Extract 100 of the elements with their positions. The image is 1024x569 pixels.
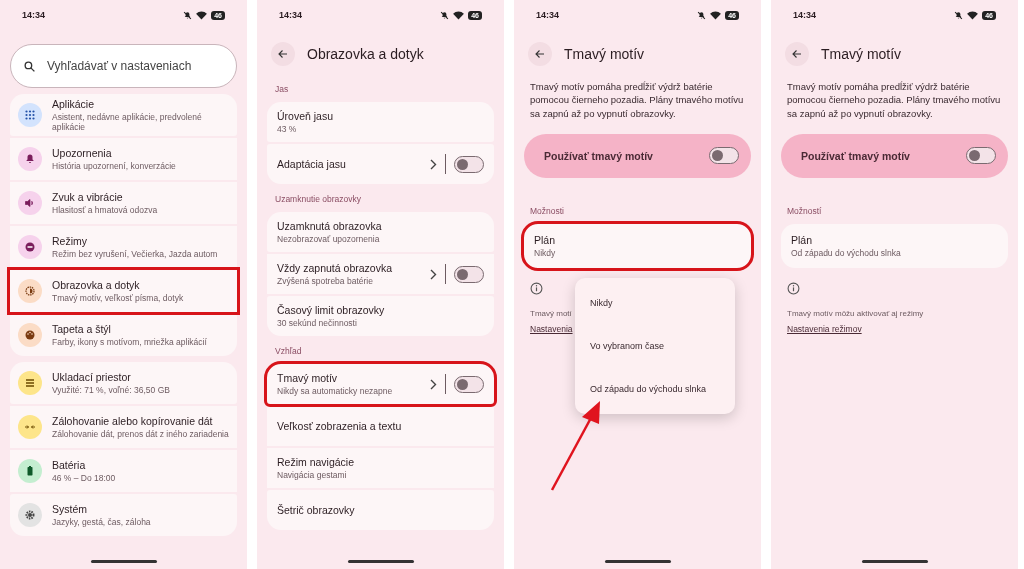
back-button[interactable] — [528, 42, 552, 66]
dark-theme-switch-row[interactable]: Používať tmavý motív — [781, 133, 1008, 178]
item-subtitle: História upozornení, konverzácie — [52, 161, 177, 171]
item-title: Aplikácie — [52, 98, 96, 110]
item-subtitle: Asistent, nedávne aplikácie, predvolené aplikácie — [52, 112, 203, 132]
page-title: Obrazovka a dotyk — [307, 46, 424, 62]
back-arrow-icon — [534, 48, 546, 60]
settings-item[interactable]: Adaptácia jasu — [267, 144, 494, 184]
item-title: Režimy — [52, 235, 88, 247]
schedule-item[interactable]: Plán Nikdy — [524, 223, 751, 268]
settings-item[interactable]: Zvuk a vibrácie Hlasitosť a hmatová odozva — [10, 182, 237, 224]
item-subtitle: 46 % – Do 18:00 — [52, 473, 117, 483]
settings-item[interactable]: Tapeta a štýl Farby, ikony s motívom, mriežka aplikácií — [10, 314, 237, 356]
wifi-icon — [967, 10, 979, 20]
menu-option[interactable]: Nikdy — [575, 298, 628, 309]
wifi-icon — [453, 10, 465, 20]
settings-item[interactable]: Zálohovanie alebo kopírovanie dát Zálohovanie dát, prenos dát z iného zariadenia — [10, 406, 237, 448]
item-title: Batéria — [52, 459, 87, 471]
settings-item[interactable]: Šetrič obrazovky — [267, 490, 494, 530]
item-title: Úroveň jasu — [277, 110, 335, 122]
gesture-bar — [861, 560, 928, 563]
settings-item[interactable]: Tmavý motív Nikdy sa automaticky nezapne — [267, 364, 494, 404]
toggle-switch[interactable] — [709, 147, 739, 165]
chevron-icon — [430, 158, 437, 170]
section-heading: Možnosti — [530, 205, 565, 216]
item-title: Zálohovanie alebo kopírovanie dát — [52, 415, 214, 427]
schedule-item[interactable]: Plán Od západu do východu slnka — [781, 223, 1008, 268]
switch-label: Používať tmavý motív — [801, 149, 910, 162]
item-title: Časový limit obrazovky — [277, 304, 386, 316]
item-subtitle: Jazyky, gestá, čas, záloha — [52, 517, 152, 527]
modes-settings-link[interactable]: Nastavenia — [530, 323, 573, 334]
item-title: Systém — [52, 503, 88, 515]
settings-item[interactable]: Režim navigácie Navigácia gestami — [267, 448, 494, 488]
modes-settings-link[interactable]: Nastavenia režimov — [787, 323, 862, 334]
settings-item[interactable]: Veľkosť zobrazenia a textu — [267, 406, 494, 446]
item-subtitle: Navigácia gestami — [277, 470, 348, 480]
settings-item[interactable]: Časový limit obrazovky 30 sekúnd nečinnosti — [267, 296, 494, 336]
mute-icon — [440, 10, 450, 20]
page-title: Tmavý motív — [821, 46, 902, 62]
note-text: Tmavý motív môžu aktivovať aj režimy — [787, 308, 924, 318]
settings-item[interactable]: Vždy zapnutá obrazovka Zvýšená spotreba batérie — [267, 254, 494, 294]
back-button[interactable] — [785, 42, 809, 66]
item-subtitle: 43 % — [277, 124, 298, 134]
settings-item[interactable]: Obrazovka a dotyk Tmavý motív, veľkosť písma, dotyk — [10, 270, 237, 312]
search-icon — [23, 59, 36, 73]
item-title: Uzamknutá obrazovka — [277, 220, 383, 232]
settings-item[interactable]: Upozornenia História upozornení, konverzácie — [10, 138, 237, 180]
item-subtitle: 30 sekúnd nečinnosti — [277, 318, 358, 328]
item-title: Režim navigácie — [277, 456, 356, 468]
wifi-icon — [196, 10, 208, 20]
back-arrow-icon — [277, 48, 289, 60]
info-icon — [530, 281, 543, 295]
search-bar[interactable]: Vyhľadávať v nastaveniach — [10, 44, 237, 88]
toggle-switch[interactable] — [966, 147, 996, 165]
page-title: Tmavý motív — [564, 46, 645, 62]
item-subtitle: Farby, ikony s motívom, mriežka aplikácií — [52, 337, 208, 347]
item-subtitle: Hlasitosť a hmatová odozva — [52, 205, 159, 215]
status-time: 14:34 — [279, 10, 303, 20]
item-title: Zvuk a vibrácie — [52, 191, 124, 203]
toggle-switch[interactable] — [454, 375, 484, 393]
settings-item[interactable]: Aplikácie Asistent, nedávne aplikácie, predvolené aplikácie — [10, 94, 237, 136]
item-subtitle: Tmavý motív, veľkosť písma, dotyk — [52, 293, 185, 303]
item-subtitle: Od západu do východu slnka — [791, 247, 902, 258]
item-title: Vždy zapnutá obrazovka — [277, 262, 393, 274]
info-icon — [787, 281, 800, 295]
section-heading: Vzhľad — [275, 346, 303, 356]
settings-item[interactable]: Úroveň jasu 43 % — [267, 102, 494, 142]
section-heading: Jas — [275, 84, 290, 94]
settings-item[interactable]: Ukladací priestor Využité: 71 %, voľné: 36,50 GB — [10, 362, 237, 404]
status-time: 14:34 — [22, 10, 46, 20]
menu-option[interactable]: Vo vybranom čase — [575, 341, 680, 351]
status-time: 14:34 — [536, 10, 560, 20]
item-subtitle: Využité: 71 %, voľné: 36,50 GB — [52, 385, 171, 395]
toggle-switch[interactable] — [454, 155, 484, 173]
search-field[interactable]: Vyhľadávať v nastaveniach — [45, 58, 219, 74]
toggle-switch[interactable] — [454, 265, 484, 283]
item-title: Tmavý motív — [277, 372, 339, 384]
settings-item[interactable]: Režimy Režim bez vyrušení, Večierka, Jazda autom — [10, 226, 237, 268]
mute-icon — [183, 10, 193, 20]
settings-item[interactable]: Uzamknutá obrazovka Nezobrazovať upozornenia — [267, 212, 494, 252]
item-subtitle: Nezobrazovať upozornenia — [277, 234, 381, 244]
menu-option[interactable]: Od západu do východu slnka — [575, 383, 722, 394]
gesture-bar — [90, 560, 157, 563]
item-title: Plán — [791, 233, 813, 246]
section-heading: Uzamknutie obrazovky — [275, 194, 362, 204]
description-text: Tmavý motív pomáha predĺžiť výdrž batérie pomocou čierneho pozadia. Plány tmavého motívu sa zapnú až po vypnutí obrazovky. — [530, 80, 745, 120]
item-title: Ukladací priestor — [52, 371, 132, 383]
back-button[interactable] — [271, 42, 295, 66]
item-subtitle: Režim bez vyrušení, Večierka, Jazda autom — [52, 249, 219, 259]
settings-item[interactable]: Systém Jazyky, gestá, čas, záloha — [10, 494, 237, 536]
status-time: 14:34 — [793, 10, 817, 20]
dark-theme-switch-row[interactable]: Používať tmavý motív — [524, 133, 751, 178]
mute-icon — [697, 10, 707, 20]
settings-item[interactable]: Batéria 46 % – Do 18:00 — [10, 450, 237, 492]
back-arrow-icon — [791, 48, 803, 60]
gesture-bar — [347, 560, 414, 563]
item-title: Plán — [534, 233, 556, 246]
item-subtitle: Zvýšená spotreba batérie — [277, 276, 374, 286]
item-subtitle: Nikdy — [534, 247, 557, 258]
description-text: Tmavý motív pomáha predĺžiť výdrž batérie pomocou čierneho pozadia. Plány tmavého motívu sa zapnú až po vypnutí obrazovky. — [787, 80, 1002, 120]
